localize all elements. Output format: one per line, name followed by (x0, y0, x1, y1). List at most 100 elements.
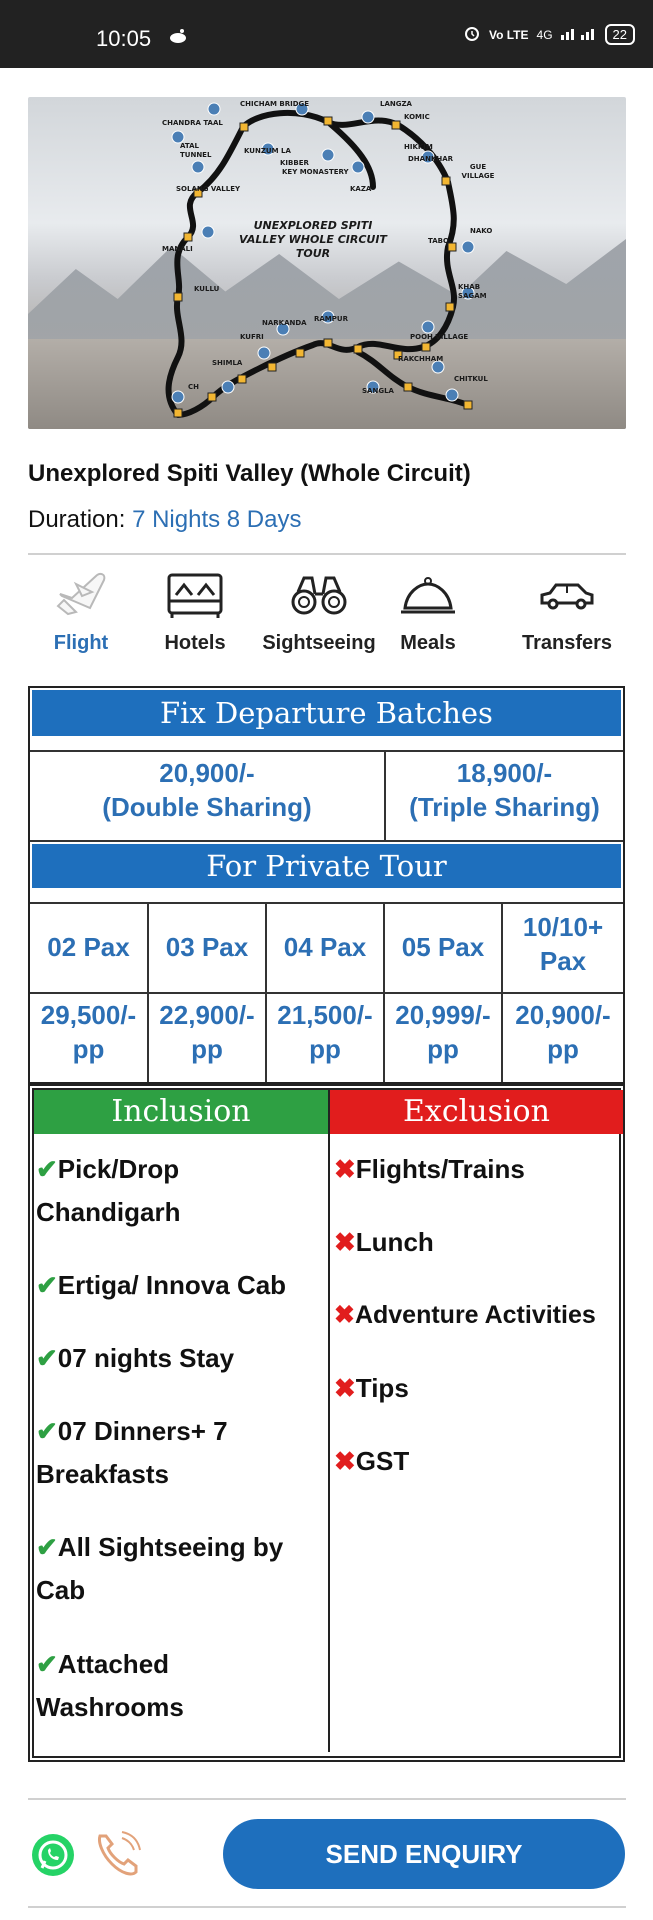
price-unit: pp (547, 1034, 579, 1064)
price-unit: pp (427, 1034, 459, 1064)
cross-icon: ✖ (334, 1301, 355, 1329)
map-label: SANGLA (362, 387, 394, 395)
price-value: 20,900/- (515, 1000, 611, 1030)
cross-icon: ✖ (334, 1154, 356, 1184)
inclusion-exclusion-inner: Inclusion Exclusion ✔Pick/Drop Chandigar… (32, 1088, 624, 1758)
phone-call-icon[interactable] (92, 1828, 146, 1883)
map-label: KUNZUM LA (244, 147, 291, 155)
inclusion-exclusion-table: Inclusion Exclusion ✔Pick/Drop Chandigar… (28, 1084, 625, 1762)
network-type: 4G (536, 27, 553, 42)
item-text: Attached (57, 1649, 170, 1679)
pax-count: 03 Pax (165, 932, 249, 962)
volte-icon: Vo LTE (488, 27, 529, 42)
pax-count-line2: Pax (539, 946, 587, 976)
map-title-line1: UNEXPLORED SPITI (253, 219, 373, 232)
divider (28, 1798, 626, 1800)
divider (30, 902, 623, 904)
duration-label: Duration: (28, 506, 126, 533)
price-unit: pp (309, 1034, 341, 1064)
hotel-bed-icon (142, 566, 248, 626)
divider (30, 750, 623, 752)
map-label: KIBBER (280, 159, 309, 167)
map-label: KOMIC (404, 113, 430, 121)
map-label: LANGZA (380, 100, 412, 108)
whatsapp-icon[interactable] (32, 1834, 74, 1876)
map-label: SOLANG VALLEY (176, 185, 241, 193)
map-label: MANALI (162, 245, 193, 253)
map-label: TABO (428, 237, 449, 245)
item-text: 07 nights Stay (57, 1343, 235, 1373)
map-label: RAKCHHAM (398, 355, 444, 363)
pax-count: 04 Pax (283, 932, 367, 962)
double-price: 20,900/- (159, 758, 255, 788)
map-label: KULLU (194, 285, 220, 293)
exclusion-item: ✖Flights/Trains (334, 1148, 624, 1191)
check-icon: ✔ (36, 1416, 58, 1446)
inclusion-item: ✔07 Dinners+ 7 Breakfasts (36, 1410, 326, 1496)
cross-icon: ✖ (334, 1373, 356, 1403)
alarm-icon (463, 24, 481, 45)
check-icon: ✔ (36, 1270, 58, 1300)
price-unit: pp (191, 1034, 223, 1064)
exclusion-item: ✖Lunch (334, 1221, 624, 1264)
divider (30, 992, 623, 994)
status-icons: Vo LTE 4G 22 (463, 24, 635, 45)
feature-transfers[interactable]: Transfers (502, 566, 632, 655)
pax-count: 10/10+ Pax (503, 910, 623, 978)
map-label: CH (188, 383, 199, 391)
check-icon: ✔ (36, 1154, 58, 1184)
private-price: 29,500/- pp (30, 998, 147, 1066)
exclusion-item: ✖Adventure Activities (334, 1294, 626, 1337)
feature-transfers-label: Transfers (521, 632, 613, 654)
feature-hotels[interactable]: Hotels (142, 566, 248, 655)
map-label: KHAB SAGAM (458, 283, 487, 300)
pax-count: 05 Pax (401, 932, 485, 962)
triple-label: (Triple Sharing) (409, 792, 600, 822)
map-label: CHITKUL (454, 375, 488, 383)
map-label: CHANDRA TAAL (162, 119, 223, 127)
feature-icons: Flight Hotels Sightseeing Meals Transfer… (28, 566, 626, 666)
map-label: KUFRI (240, 333, 264, 341)
item-text: Breakfasts (36, 1459, 169, 1489)
feature-hotels-label: Hotels (164, 632, 226, 654)
notification-icon (168, 28, 188, 49)
send-enquiry-button[interactable]: SEND ENQUIRY (223, 1819, 625, 1889)
signal-icon (560, 26, 597, 43)
map-label: POOH VILLAGE (410, 333, 469, 341)
item-text: Adventure Activities (354, 1301, 596, 1329)
inclusion-item: ✔07 nights Stay (36, 1337, 326, 1380)
price-value: 29,500/- (40, 1000, 137, 1030)
feature-meals-label: Meals (400, 632, 456, 654)
map-label: HIKKIM (404, 143, 433, 151)
item-text: Flights/Trains (355, 1154, 525, 1184)
exclusion-heading: Exclusion (330, 1090, 623, 1134)
inclusion-heading: Inclusion (34, 1090, 328, 1134)
map-title-line3: TOUR (295, 247, 331, 260)
feature-meals[interactable]: Meals (390, 566, 466, 655)
map-label: SHIMLA (212, 359, 243, 367)
item-text: All Sightseeing by (57, 1532, 284, 1562)
price-value: 22,900/- (159, 1000, 255, 1030)
private-price: 20,900/- pp (503, 998, 623, 1066)
map-label: NARKANDA (262, 319, 307, 327)
route-line (165, 102, 475, 418)
flight-icon (28, 566, 134, 626)
check-icon: ✔ (36, 1649, 58, 1679)
pax-count-line1: 10/10+ (522, 912, 604, 942)
triple-price: 18,900/- (456, 758, 553, 788)
exclusion-item: ✖GST (334, 1440, 624, 1483)
inclusion-item: ✔Ertiga/ Innova Cab (36, 1264, 326, 1307)
price-value: 21,500/- (277, 1000, 373, 1030)
item-text: Tips (355, 1373, 409, 1403)
pax-count: 02 Pax (47, 932, 130, 962)
feature-flight-label: Flight (53, 632, 109, 654)
meal-cloche-icon (390, 566, 466, 626)
check-icon: ✔ (36, 1343, 58, 1373)
feature-sightseeing[interactable]: Sightseeing (254, 566, 384, 655)
item-text: Lunch (355, 1227, 434, 1257)
double-sharing-price: 20,900/- (Double Sharing) (30, 756, 384, 824)
battery-icon: 22 (604, 24, 635, 45)
feature-flight[interactable]: Flight (28, 566, 134, 655)
feature-sightseeing-label: Sightseeing (262, 632, 376, 654)
private-price: 20,999/- pp (385, 998, 501, 1066)
